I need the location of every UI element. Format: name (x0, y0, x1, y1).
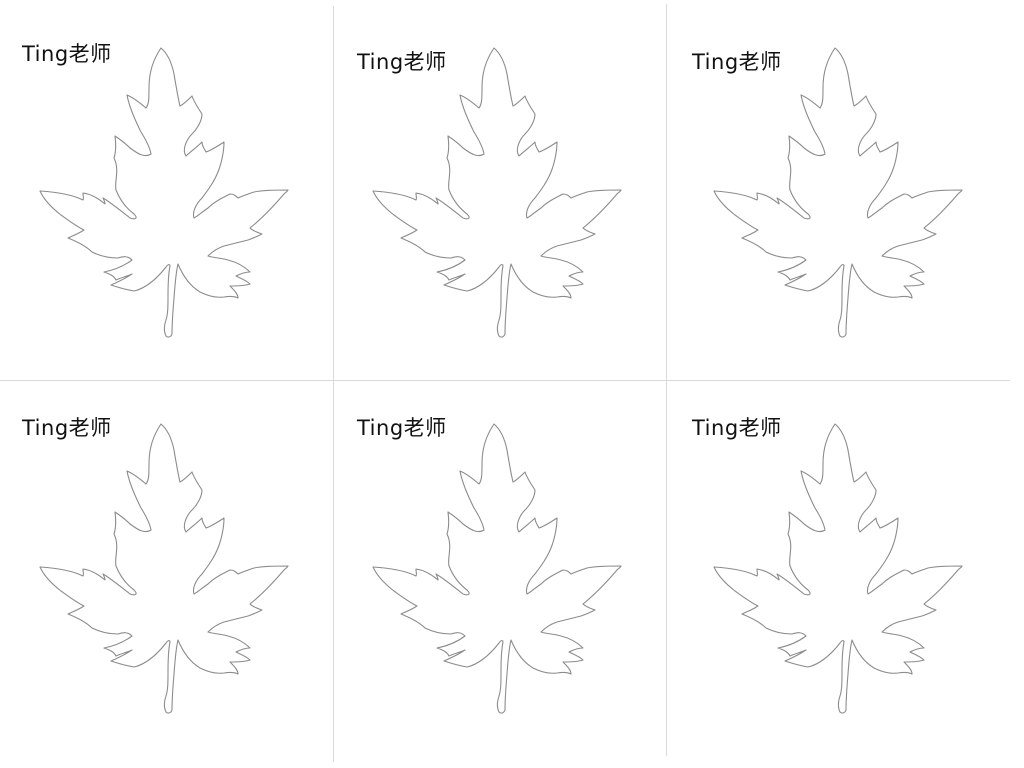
leaf-card: Ting老师 (0, 384, 333, 760)
worksheet-page: Ting老师 Ting老师 Ting老师 Ting老师 Ting老师 Ting老… (0, 0, 1024, 768)
vertical-divider-1 (333, 6, 334, 762)
leaf-card: Ting老师 (670, 0, 1003, 376)
horizontal-divider (0, 380, 1010, 381)
leaf-card: Ting老师 (335, 0, 668, 376)
leaf-card: Ting老师 (0, 0, 333, 376)
maple-leaf-outline-icon (713, 47, 963, 338)
maple-leaf-outline-icon (39, 423, 289, 714)
maple-leaf-outline-icon (372, 47, 622, 338)
maple-leaf-outline-icon (39, 47, 289, 338)
maple-leaf-outline-icon (372, 423, 622, 714)
leaf-card: Ting老师 (670, 384, 1003, 760)
maple-leaf-outline-icon (713, 423, 963, 714)
leaf-card: Ting老师 (335, 384, 668, 760)
